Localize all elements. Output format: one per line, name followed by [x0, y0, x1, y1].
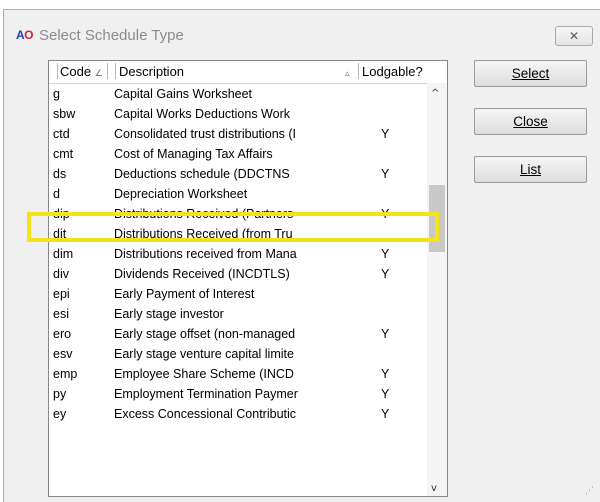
schedule-list[interactable]: Code ∠ Description ▵ Lodgable? g Capital … [48, 60, 448, 497]
list-item-description: Dividends Received (INCDTLS) [114, 267, 290, 281]
list-item-description: Deductions schedule (DDCTNS [114, 167, 290, 181]
column-separator [107, 63, 108, 79]
list-item-code: dim [53, 247, 74, 261]
list-item-description: Excess Concessional Contributic [114, 407, 297, 421]
list-item-description: Employee Share Scheme (INCD [114, 367, 294, 381]
list-header: Code ∠ Description ▵ Lodgable? [49, 61, 447, 84]
list-item[interactable]: dim Distributions received from Mana Y [49, 244, 429, 264]
app-logo-icon: AO [16, 28, 34, 42]
list-item-code: div [53, 267, 69, 281]
list-item[interactable]: esv Early stage venture capital limite [49, 344, 429, 364]
column-header-code[interactable]: Code ∠ [60, 64, 103, 79]
logo-letter-a: A [16, 28, 25, 42]
list-item-code: cmt [53, 147, 74, 161]
list-item[interactable]: div Dividends Received (INCDTLS) Y [49, 264, 429, 284]
column-header-description[interactable]: Description [119, 64, 184, 79]
list-item[interactable]: esi Early stage investor [49, 304, 429, 324]
list-item[interactable]: d Depreciation Worksheet [49, 184, 429, 204]
list-item-description: Cost of Managing Tax Affairs [114, 147, 273, 161]
resize-grip-icon[interactable]: ⋰ [585, 486, 594, 496]
list-item[interactable]: py Employment Termination Paymer Y [49, 384, 429, 404]
green-check-icon: ✓ [49, 166, 50, 181]
list-item-code: py [53, 387, 67, 401]
list-item[interactable]: g Capital Gains Worksheet [49, 84, 429, 104]
list-item-code: emp [53, 367, 78, 381]
list-item[interactable]: epi Early Payment of Interest [49, 284, 429, 304]
list-item-code: ey [53, 407, 67, 421]
list-item[interactable]: ey Excess Concessional Contributic Y [49, 404, 429, 424]
column-separator [57, 63, 58, 79]
list-item-lodgable: Y [381, 267, 390, 281]
window-title: Select Schedule Type [39, 27, 184, 44]
sort-triangle-icon: ▵ [345, 68, 350, 78]
list-item[interactable]: sbw Capital Works Deductions Work [49, 104, 429, 124]
list-item[interactable]: emp Employee Share Scheme (INCD Y [49, 364, 429, 384]
list-item-lodgable: Y [381, 387, 390, 401]
scroll-up-arrow-icon[interactable]: ^ [431, 88, 439, 99]
list-item-code: d [53, 187, 60, 201]
list-item-description: Early stage venture capital limite [114, 347, 294, 361]
list-item-lodgable: Y [381, 127, 390, 141]
list-item-lodgable: Y [381, 167, 390, 181]
list-item[interactable]: ✓cmt Cost of Managing Tax Affairs [49, 144, 429, 164]
list-item[interactable]: ero Early stage offset (non-managed Y [49, 324, 429, 344]
list-item-description: Early Payment of Interest [114, 287, 255, 301]
list-item[interactable]: ctd Consolidated trust distributions (I Y [49, 124, 429, 144]
green-check-icon: ✓ [49, 146, 50, 161]
close-button[interactable]: Close [474, 108, 587, 135]
list-item-description: Early stage offset (non-managed [114, 327, 296, 341]
list-item-description: Depreciation Worksheet [114, 187, 248, 201]
select-button[interactable]: Select [474, 60, 587, 87]
list-item-code: sbw [53, 107, 76, 121]
list-item-code: ero [53, 327, 72, 341]
list-item-description: Distributions received from Mana [114, 247, 297, 261]
list-item-code: esv [53, 347, 73, 361]
close-window-button[interactable]: ✕ [555, 26, 593, 46]
highlight-box [27, 212, 439, 242]
list-item-description: Consolidated trust distributions (I [114, 127, 297, 141]
select-schedule-dialog: AO Select Schedule Type ✕ Code ∠ Descrip… [3, 9, 600, 502]
sort-triangle-icon: ∠ [94, 68, 103, 78]
close-icon: ✕ [568, 29, 580, 43]
logo-letter-o: O [24, 28, 34, 42]
list-rows: g Capital Gains Worksheet sbw Capital Works… [49, 84, 429, 424]
scroll-down-arrow-icon[interactable]: v [431, 483, 437, 494]
list-item-code: ds [53, 167, 67, 181]
title-bar: AO Select Schedule Type ✕ [4, 10, 600, 58]
list-item-description: Capital Works Deductions Work [114, 107, 290, 121]
list-item-description: Capital Gains Worksheet [114, 87, 253, 101]
list-item-lodgable: Y [381, 367, 390, 381]
list-item-code: ctd [53, 127, 70, 141]
list-button[interactable]: List [474, 156, 587, 183]
list-item-description: Employment Termination Paymer [114, 387, 298, 401]
column-separator [358, 63, 359, 79]
list-item-lodgable: Y [381, 247, 390, 261]
list-item-code: esi [53, 307, 69, 321]
list-item-lodgable: Y [381, 327, 390, 341]
list-item-code: g [53, 87, 60, 101]
column-header-lodgable[interactable]: Lodgable? [362, 64, 423, 79]
list-item-code: epi [53, 287, 70, 301]
list-item-description: Early stage investor [114, 307, 224, 321]
column-separator [115, 63, 116, 79]
list-item-lodgable: Y [381, 407, 390, 421]
vertical-scrollbar[interactable]: ^ v [427, 83, 447, 496]
list-item[interactable]: ✓ds Deductions schedule (DDCTNS Y [49, 164, 429, 184]
